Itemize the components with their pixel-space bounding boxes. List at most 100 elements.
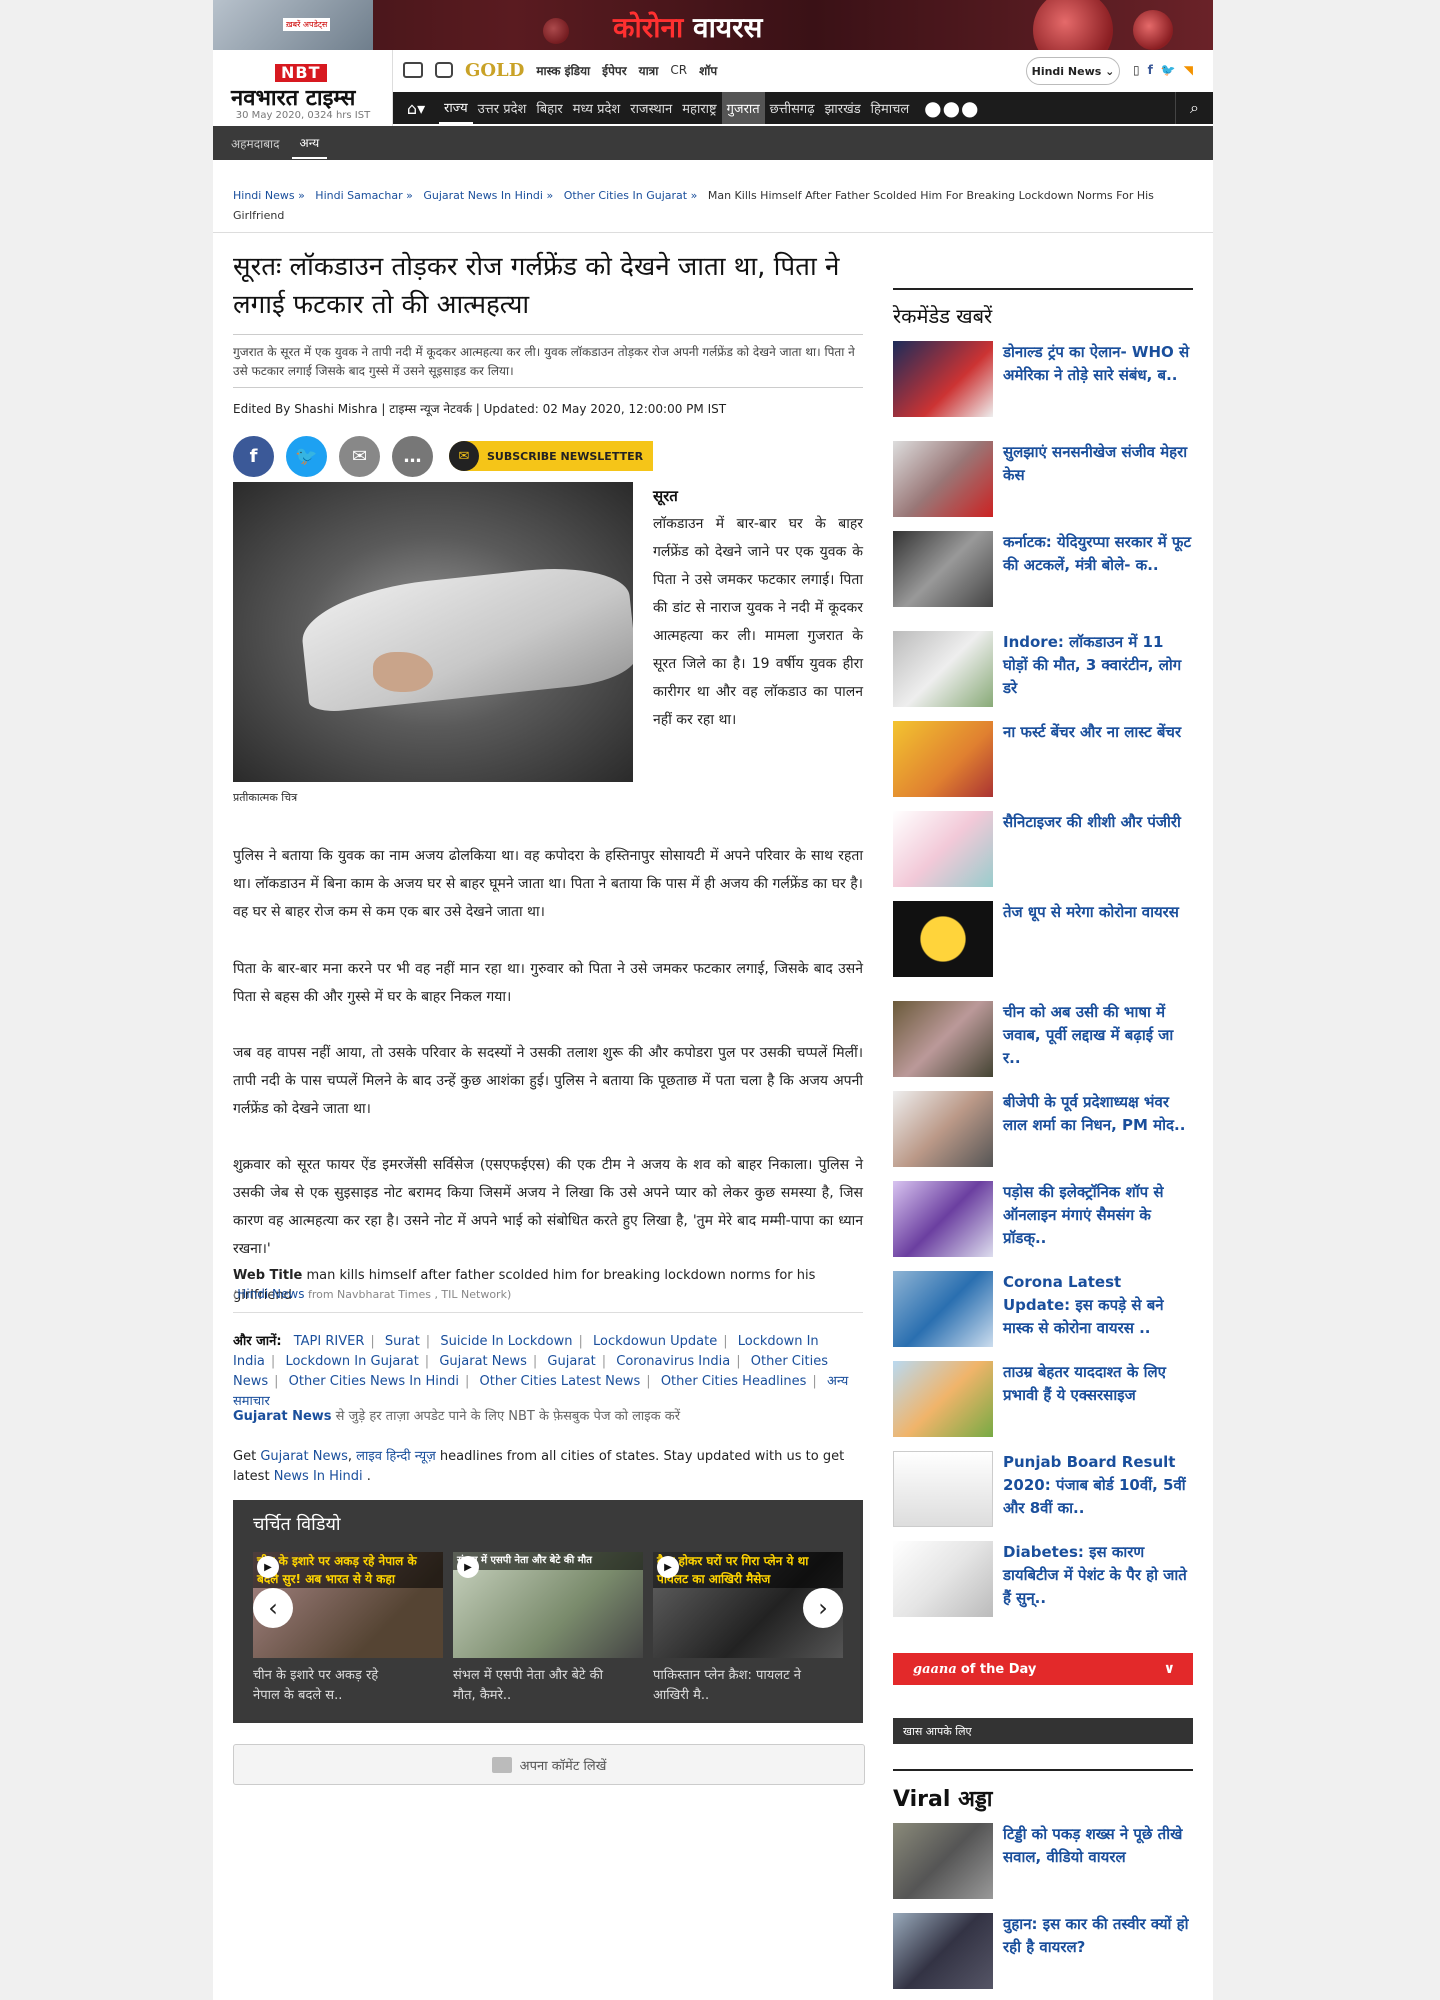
- recommended-item[interactable]: कर्नाटक: येदियुरप्पा सरकार में फूट की अट…: [893, 531, 1193, 607]
- lead-image-hand: [373, 652, 433, 692]
- recommended-item[interactable]: Corona Latest Update: इस कपड़े से बने मा…: [893, 1271, 1193, 1347]
- subscribe-newsletter-button[interactable]: ✉ SUBSCRIBE NEWSLETTER: [449, 441, 654, 471]
- recommended-item[interactable]: ताउम्र बेहतर याददाश्त के लिए प्रभावी हैं…: [893, 1361, 1193, 1437]
- trending-videos: चर्चित विडियो चीन के इशारे पर अकड़ रहे न…: [233, 1500, 863, 1723]
- article-paragraph: जब वह वापस नहीं आया, तो उसके परिवार के स…: [233, 1045, 863, 1117]
- subnav-item-ahmedabad[interactable]: अहमदाबाद: [223, 129, 288, 158]
- facebook-promo-link[interactable]: Gujarat News: [233, 1409, 332, 1424]
- recommended-item[interactable]: चीन को अब उसी की भाषा में जवाब, पूर्वी ल…: [893, 1001, 1193, 1077]
- nav-item-himachal[interactable]: हिमाचल: [866, 92, 914, 124]
- breadcrumb-sep: »: [546, 189, 554, 202]
- home-icon[interactable]: ⌂▾: [393, 92, 439, 124]
- tag-link[interactable]: Other Cities News In Hindi: [289, 1374, 459, 1389]
- tag-link[interactable]: Other Cities Headlines: [661, 1374, 807, 1389]
- video-icon[interactable]: [403, 62, 423, 78]
- comment-share-icon[interactable]: …: [392, 435, 433, 477]
- site-logo[interactable]: NBT नवभारत टाइम्स 30 May 2020, 0324 hrs …: [213, 50, 393, 126]
- recommended-item[interactable]: Indore: लॉकडाउन में 11 घोड़ों की मौत, 3 …: [893, 631, 1193, 707]
- lead-image-sheet: [297, 560, 633, 714]
- source-link[interactable]: Hindi News: [237, 1287, 304, 1301]
- language-select-label: Hindi News: [1031, 64, 1102, 78]
- nav-item-bihar[interactable]: बिहार: [531, 92, 567, 124]
- tag-link[interactable]: Lockdowun Update: [593, 1334, 717, 1349]
- for-you-heading: खास आपके लिए: [893, 1718, 1193, 1744]
- video-caption: संभल में एसपी नेता और बेटे की मौत, कैमरे…: [453, 1668, 603, 1703]
- recommended-item[interactable]: पड़ोस की इलेक्ट्रॉनिक शॉप से ऑनलाइन मंगा…: [893, 1181, 1193, 1257]
- tag-link[interactable]: Other Cities Latest News: [480, 1374, 641, 1389]
- nav-item-up[interactable]: उत्तर प्रदेश: [473, 92, 532, 124]
- recommended-item[interactable]: डोनाल्ड ट्रंप का ऐलान- WHO से अमेरिका ने…: [893, 341, 1193, 417]
- tag-link[interactable]: Lockdown In Gujarat: [285, 1354, 418, 1369]
- util-link-cr[interactable]: CR: [670, 63, 687, 77]
- lead-image: [233, 482, 633, 782]
- gaana-of-the-day[interactable]: gaana of the Day ∨: [893, 1653, 1193, 1685]
- subnav-item-other[interactable]: अन्य: [291, 128, 328, 159]
- facebook-share-icon[interactable]: f: [233, 435, 274, 477]
- util-link-shop[interactable]: शॉप: [699, 62, 717, 79]
- facebook-icon[interactable]: f: [1148, 63, 1153, 77]
- breadcrumb-item[interactable]: Hindi News: [233, 189, 295, 202]
- recommended-item[interactable]: तेज धूप से मरेगा कोरोना वायरस: [893, 901, 1193, 977]
- video-card[interactable]: क्रैश होकर घरों पर गिरा प्लेन ये था पायल…: [653, 1552, 843, 1706]
- viral-item[interactable]: टिड्डी को पकड़ शख्स ने पूछे तीखे सवाल, व…: [893, 1823, 1193, 1899]
- nav-item-chhattisgarh[interactable]: छत्तीसगढ़: [765, 92, 820, 124]
- tag-link[interactable]: Coronavirus India: [616, 1354, 730, 1369]
- source-line: (Hindi News from Navbharat Times , TIL N…: [233, 1287, 511, 1301]
- viral-item[interactable]: वुहान: इस कार की तस्वीर क्यों हो रही है …: [893, 1913, 1193, 1989]
- more-menu-icon[interactable]: ●●●: [914, 92, 989, 124]
- promo-link[interactable]: Gujarat News: [260, 1449, 348, 1464]
- twitter-icon[interactable]: 🐦: [1161, 63, 1176, 77]
- tag-link[interactable]: Gujarat News: [439, 1354, 527, 1369]
- chevron-left-icon[interactable]: ‹: [253, 1588, 293, 1628]
- promo-link[interactable]: लाइव हिन्दी न्यूज़: [356, 1449, 436, 1464]
- promo-link[interactable]: News In Hindi: [274, 1469, 363, 1484]
- tag-link[interactable]: TAPI RIVER: [294, 1334, 365, 1349]
- sub-nav: अहमदाबाद अन्य: [213, 126, 1213, 160]
- main-nav: ⌂▾ राज्य उत्तर प्रदेश बिहार मध्य प्रदेश …: [393, 92, 1213, 124]
- tag-link[interactable]: Surat: [385, 1334, 420, 1349]
- recommended-thumbnail: [893, 1541, 993, 1617]
- email-share-icon[interactable]: ✉: [339, 435, 380, 477]
- video-card[interactable]: संभल में एसपी नेता और बेटे की मौत ▶ संभल…: [453, 1552, 643, 1706]
- nav-item-mp[interactable]: मध्य प्रदेश: [568, 92, 625, 124]
- camera-icon[interactable]: [435, 62, 453, 78]
- twitter-share-icon[interactable]: 🐦: [286, 435, 327, 477]
- recommended-item[interactable]: Punjab Board Result 2020: पंजाब बोर्ड 10…: [893, 1451, 1193, 1527]
- recommended-item[interactable]: ना फर्स्ट बेंचर और ना लास्ट बेंचर: [893, 721, 1193, 797]
- recommended-item[interactable]: Diabetes: इस कारण डायबिटीज में पेशंट के …: [893, 1541, 1193, 1617]
- gaana-logo: gaana: [913, 1661, 957, 1677]
- banner-title-white: वायरस: [693, 11, 763, 44]
- tag-link[interactable]: Gujarat: [547, 1354, 595, 1369]
- chevron-down-icon[interactable]: ∨: [1164, 1661, 1175, 1677]
- video-card[interactable]: चीन के इशारे पर अकड़ रहे नेपाल के बदले स…: [253, 1552, 443, 1706]
- rss-icon[interactable]: ◥: [1184, 63, 1193, 77]
- mobile-icon[interactable]: ▯: [1133, 63, 1140, 77]
- recommended-item[interactable]: बीजेपी के पूर्व प्रदेशाध्यक्ष भंवर लाल श…: [893, 1091, 1193, 1167]
- util-link-epaper[interactable]: ईपेपर: [602, 62, 626, 79]
- gold-link[interactable]: GOLD: [465, 60, 524, 81]
- envelope-icon: ✉: [449, 441, 479, 471]
- banner-thumb-label: ख़बरें अपडेट्स: [283, 18, 331, 31]
- language-select[interactable]: Hindi News ⌄: [1026, 57, 1120, 85]
- corona-banner[interactable]: ख़बरें अपडेट्स कोरोना वायरस: [213, 0, 1213, 50]
- nav-item-rajasthan[interactable]: राजस्थान: [625, 92, 677, 124]
- nav-item-jharkhand[interactable]: झारखंड: [820, 92, 866, 124]
- util-link-travel[interactable]: यात्रा: [639, 62, 659, 79]
- chevron-right-icon[interactable]: ›: [803, 1588, 843, 1628]
- breadcrumb-item[interactable]: Other Cities In Gujarat: [564, 189, 687, 202]
- search-icon[interactable]: ⌕: [1175, 92, 1213, 124]
- util-link-mask-india[interactable]: मास्क इंडिया: [536, 62, 590, 79]
- recommended-title: ताउम्र बेहतर याददाश्त के लिए प्रभावी हैं…: [1003, 1363, 1166, 1404]
- nav-item-maharashtra[interactable]: महाराष्ट्र: [677, 92, 721, 124]
- breadcrumb-item[interactable]: Hindi Samachar: [315, 189, 402, 202]
- nav-item-gujarat[interactable]: गुजरात: [721, 92, 765, 124]
- nav-item-states[interactable]: राज्य: [439, 92, 473, 124]
- video-overlay-text: संभल में एसपी नेता और बेटे की मौत: [453, 1552, 643, 1570]
- recommended-item[interactable]: सैनिटाइजर की शीशी और पंजीरी: [893, 811, 1193, 887]
- divider: [233, 1312, 863, 1313]
- promo-text: ,: [347, 1449, 357, 1464]
- tag-link[interactable]: Suicide In Lockdown: [440, 1334, 572, 1349]
- recommended-item[interactable]: सुलझाएं सनसनीखेज संजीव मेहरा केस: [893, 441, 1193, 517]
- breadcrumb-item[interactable]: Gujarat News In Hindi: [423, 189, 543, 202]
- write-comment-button[interactable]: अपना कॉमेंट लिखें: [233, 1744, 865, 1785]
